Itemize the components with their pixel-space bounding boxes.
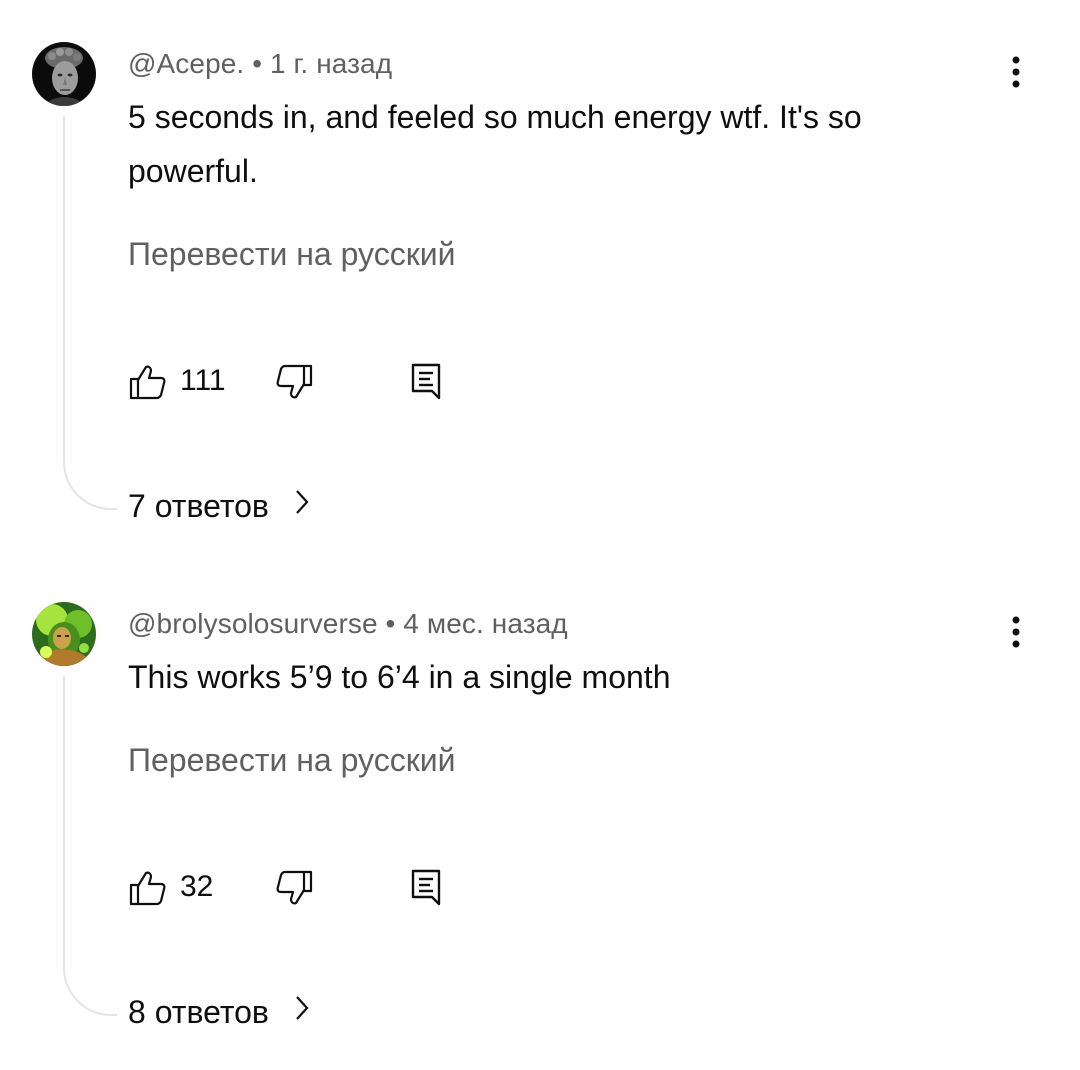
thumbs-up-icon[interactable] xyxy=(128,868,168,908)
chevron-right-icon xyxy=(294,487,310,524)
statue-avatar-icon xyxy=(32,42,96,106)
thread-line xyxy=(63,676,117,1016)
view-replies-button[interactable]: 7 ответов xyxy=(128,488,310,525)
thread-line xyxy=(63,116,117,510)
reply-comment-icon[interactable] xyxy=(408,868,448,908)
author-avatar[interactable] xyxy=(32,602,96,666)
green-glow-avatar-icon xyxy=(32,602,96,666)
more-vertical-icon[interactable] xyxy=(1000,52,1032,92)
replies-label: 8 ответов xyxy=(128,994,269,1030)
comment-time[interactable]: 1 г. назад xyxy=(270,48,392,79)
translate-button[interactable]: Перевести на русский xyxy=(128,742,455,779)
thumbs-down-icon[interactable] xyxy=(274,868,314,908)
comment-thread: @Acepe. • 1 г. назад 5 seconds in, and f… xyxy=(0,0,1080,560)
like-count: 32 xyxy=(180,870,214,903)
replies-label: 7 ответов xyxy=(128,488,269,524)
comment-time[interactable]: 4 мес. назад xyxy=(403,608,567,639)
thumbs-up-icon[interactable] xyxy=(128,362,168,402)
comment-meta: @Acepe. • 1 г. назад xyxy=(128,48,392,80)
author-handle[interactable]: @brolysolosurverse xyxy=(128,608,378,639)
comment-text: This works 5’9 to 6’4 in a single month xyxy=(128,659,671,695)
thumbs-down-icon[interactable] xyxy=(274,362,314,402)
reply-comment-icon[interactable] xyxy=(408,362,448,402)
view-replies-button[interactable]: 8 ответов xyxy=(128,994,310,1031)
comment-actions: 32 xyxy=(128,868,458,908)
comment-meta: @brolysolosurverse • 4 мес. назад xyxy=(128,608,568,640)
comment-text: 5 seconds in, and feeled so much energy … xyxy=(128,99,862,189)
comment-thread: @brolysolosurverse • 4 мес. назад This w… xyxy=(0,560,1080,1070)
author-avatar[interactable] xyxy=(32,42,96,106)
author-handle[interactable]: @Acepe. xyxy=(128,48,244,79)
like-count: 111 xyxy=(180,364,226,397)
more-vertical-icon[interactable] xyxy=(1000,612,1032,652)
meta-separator: • xyxy=(252,48,263,79)
comment-actions: 111 xyxy=(128,362,458,402)
meta-separator: • xyxy=(385,608,396,639)
chevron-right-icon xyxy=(294,993,310,1030)
translate-button[interactable]: Перевести на русский xyxy=(128,236,455,273)
